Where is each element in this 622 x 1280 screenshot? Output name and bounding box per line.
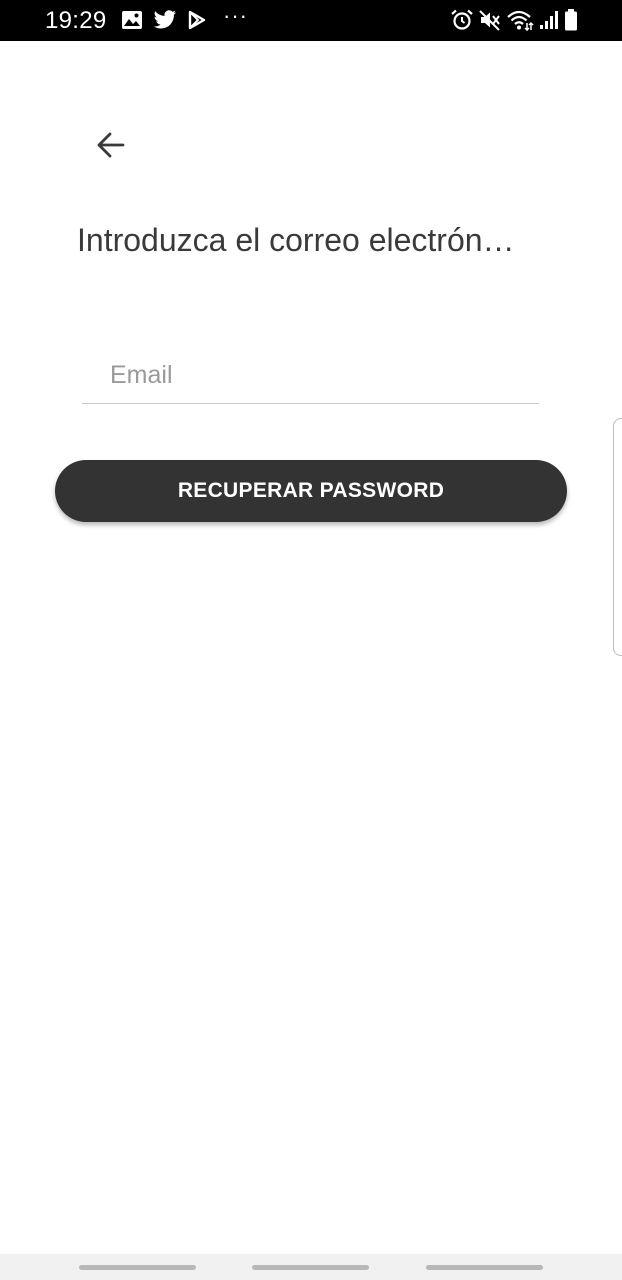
notification-icons: ··· xyxy=(121,5,248,31)
nav-recent-apps-button[interactable] xyxy=(79,1265,196,1270)
system-icons xyxy=(450,8,578,32)
status-bar: 19:29 ··· xyxy=(0,0,622,41)
wifi-icon xyxy=(506,9,534,31)
mute-icon xyxy=(479,9,501,31)
nav-back-button[interactable] xyxy=(426,1265,543,1270)
signal-icon xyxy=(539,10,559,30)
email-field[interactable] xyxy=(82,348,539,404)
twitter-icon xyxy=(153,10,177,30)
back-button[interactable] xyxy=(88,124,134,170)
navigation-bar xyxy=(0,1254,622,1280)
alarm-icon xyxy=(450,9,474,31)
more-notifications-indicator: ··· xyxy=(223,3,248,28)
arrow-left-icon xyxy=(95,129,127,166)
recover-password-button[interactable]: RECUPERAR PASSWORD xyxy=(55,460,567,522)
battery-icon xyxy=(564,9,578,31)
forgot-password-screen: 19:29 ··· Introduzca el correo electrón…… xyxy=(0,0,622,1280)
edge-panel-handle[interactable] xyxy=(613,418,622,656)
nav-home-button[interactable] xyxy=(252,1265,369,1270)
play-store-icon xyxy=(187,10,207,30)
image-icon xyxy=(121,10,143,30)
page-title: Introduzca el correo electrón… xyxy=(77,222,515,258)
status-time: 19:29 xyxy=(45,7,107,34)
